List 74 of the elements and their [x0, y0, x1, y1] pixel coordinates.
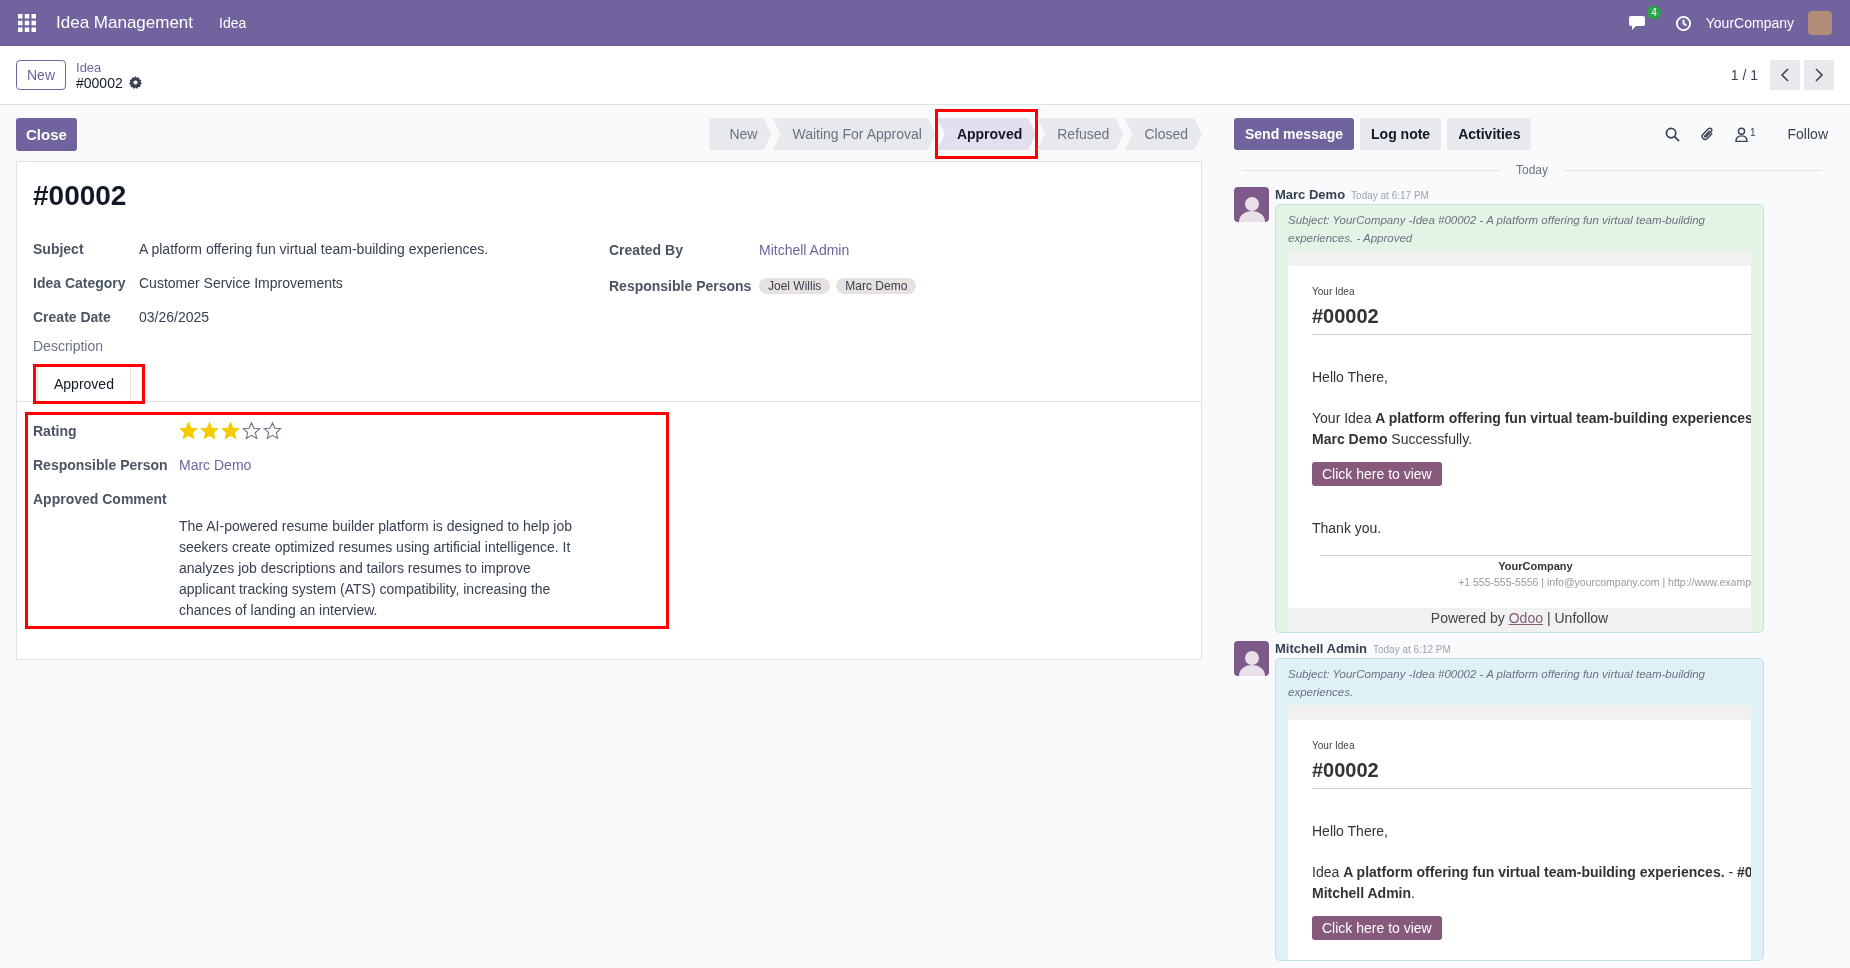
message-subject: Subject: YourCompany -Idea #00002 - A platform offering fun virtual team-building experiences. - Approved: [1288, 213, 1706, 246]
email-greeting: Hello There,: [1312, 368, 1389, 387]
menu-item[interactable]: Idea: [207, 15, 259, 31]
avatar-silhouette[interactable]: [1234, 641, 1269, 676]
field-value: Customer Service Improvements: [139, 275, 343, 291]
field-value: 03/26/2025: [139, 309, 210, 325]
email-heading: #00002: [1312, 751, 1751, 789]
follower-count: 1: [1749, 126, 1756, 138]
new-button[interactable]: New: [16, 60, 66, 90]
star-icon[interactable]: [263, 422, 282, 440]
status-step[interactable]: Closed: [1124, 118, 1202, 150]
status-step[interactable]: Refused: [1037, 118, 1124, 150]
chatter-button[interactable]: Log note: [1360, 118, 1442, 150]
apps-grid-icon[interactable]: [18, 14, 36, 32]
status-step[interactable]: Approved: [936, 118, 1037, 150]
follow-button[interactable]: Follow: [1781, 125, 1834, 143]
clock-icon[interactable]: [1674, 14, 1692, 32]
app-name[interactable]: Idea Management: [56, 13, 194, 33]
field-label: Create Date: [33, 309, 112, 325]
person-tag[interactable]: Joel Willis: [759, 278, 831, 294]
company-name: YourCompany: [1497, 560, 1574, 572]
person-tag[interactable]: Marc Demo: [836, 278, 917, 294]
close-button[interactable]: Close: [16, 117, 77, 151]
message-time: Today at 6:12 PM: [1372, 644, 1451, 655]
next-button[interactable]: [1804, 60, 1834, 90]
view-button[interactable]: Click here to view: [1312, 462, 1442, 486]
chevron-left-icon: [1780, 68, 1790, 82]
message-subject: Subject: YourCompany -Idea #00002 - A platform offering fun virtual team-building experiences.: [1288, 667, 1706, 700]
record-title: #00002: [33, 180, 128, 212]
breadcrumb-link[interactable]: Idea: [76, 59, 142, 75]
user-link[interactable]: Marc Demo: [179, 457, 252, 473]
email-closing: Thank you.: [1312, 519, 1383, 538]
company-switcher[interactable]: YourCompany: [1705, 15, 1794, 31]
previous-button[interactable]: [1770, 60, 1800, 90]
field-label: Subject: [33, 241, 85, 257]
search-icon[interactable]: [1664, 126, 1680, 142]
notification-badge: 4: [1647, 6, 1661, 19]
avatar-silhouette[interactable]: [1234, 187, 1269, 222]
field-label: Rating: [33, 423, 78, 439]
date-separator: Today: [1516, 163, 1548, 177]
field-label: Responsible Persons: [609, 278, 753, 294]
status-step[interactable]: Waiting For Approval: [772, 118, 936, 150]
chevron-right-icon: [1814, 68, 1824, 82]
status-step[interactable]: New: [709, 118, 772, 150]
chatter-button[interactable]: Activities: [1447, 118, 1532, 150]
message-author: Mitchell Admin: [1275, 641, 1367, 656]
user-link[interactable]: Mitchell Admin: [759, 242, 850, 258]
view-button[interactable]: Click here to view: [1312, 916, 1442, 940]
notebook-tab[interactable]: Approved: [37, 366, 131, 402]
odoo-link[interactable]: Odoo: [1508, 610, 1543, 626]
description-label: Description: [32, 338, 105, 354]
field-value: A platform offering fun virtual team-building experiences.: [139, 241, 489, 257]
pager-counter: 1 / 1: [1730, 67, 1758, 83]
field-label: Approved Comment: [33, 491, 168, 507]
field-label: Idea Category: [33, 275, 127, 291]
chatter-button[interactable]: Send message: [1234, 118, 1355, 150]
settings-icon[interactable]: [128, 76, 142, 89]
email-greeting: Hello There,: [1312, 822, 1389, 841]
email-heading: #00002: [1312, 297, 1751, 335]
email-label: Your Idea: [1312, 740, 1356, 751]
powered-by-text: Powered by: [1430, 610, 1505, 626]
comment-text: The AI-powered resume builder platform is designed to help job seekers create optimized resumes using artificial intelligence. It analyzes job descriptions and tailors resumes to improve applicant tracking system (ATS) compatibility, increasing the chances of landing an interview.: [179, 517, 573, 620]
field-label: Created By: [609, 242, 684, 258]
person-icon[interactable]: [1734, 126, 1748, 142]
star-rating[interactable]: [179, 422, 282, 440]
star-icon[interactable]: [242, 422, 261, 440]
message-time: Today at 6:17 PM: [1351, 190, 1429, 201]
unfollow-text: | Unfollow: [1547, 610, 1609, 626]
paperclip-icon[interactable]: [1699, 126, 1715, 142]
message-author: Marc Demo: [1275, 187, 1346, 202]
company-contact: +1 555-555-5556 | info@yourcompany.com | http://www.examp: [1457, 575, 1751, 588]
email-label: Your Idea: [1312, 286, 1356, 297]
field-label: Responsible Person: [33, 457, 169, 473]
record-name: #00002: [76, 74, 123, 91]
